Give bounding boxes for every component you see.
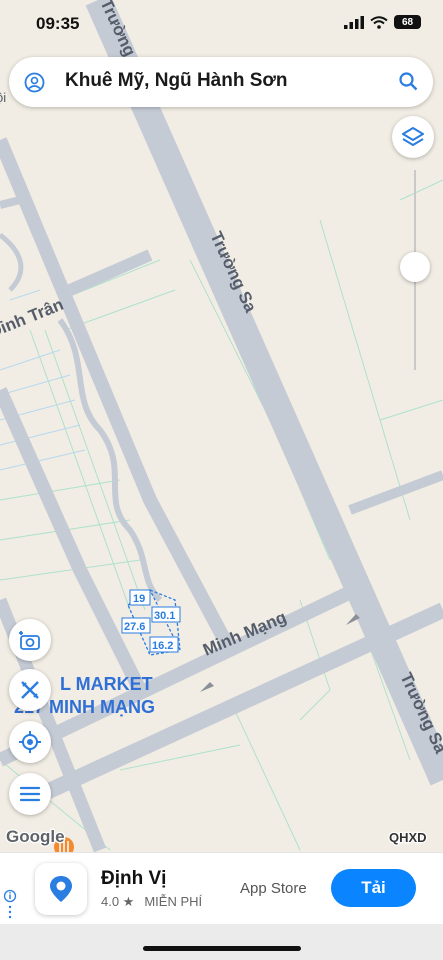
parcel-tag-27-6: 27.6 [121,617,151,634]
search-bar[interactable]: Khuê Mỹ, Ngũ Hành Sơn [9,57,433,107]
status-time: 09:35 [36,14,80,33]
ad-info-icon[interactable] [3,889,17,919]
svg-text:19: 19 [133,593,145,605]
app-price: MIỄN PHÍ [144,894,203,909]
layers-icon [402,127,424,146]
opacity-slider-knob[interactable] [400,252,430,282]
menu-icon [20,786,40,802]
layers-button[interactable] [392,116,434,158]
map-canvas[interactable]: Trường Sa Trường Sa Trường Sa Minh Mạng … [0,0,443,960]
svg-text:30.1: 30.1 [154,610,175,622]
cut-label: ội [0,90,6,105]
home-indicator[interactable] [143,946,301,951]
qhxd-badge: QHXD [389,830,427,845]
signal-icon [344,15,364,29]
ad-banner[interactable]: Định Vị 4.0 ★ MIỄN PHÍ App Store Tải [0,852,443,925]
store-label: App Store [240,880,307,897]
install-button[interactable]: Tải [331,869,416,907]
status-bar: 09:35 68 [0,0,443,50]
location-pin-icon [50,876,72,902]
camera-add-icon [19,631,40,650]
app-icon[interactable] [35,863,87,915]
google-attribution: Google [6,827,65,846]
profile-icon[interactable] [24,72,45,93]
measure-button[interactable] [9,669,51,711]
status-icons: 68 [344,15,421,29]
home-indicator-area [0,924,443,960]
app-name: Định Vị [101,868,167,889]
svg-text:27.6: 27.6 [124,621,145,633]
app-meta: 4.0 ★ MIỄN PHÍ [101,894,202,910]
app-rating: 4.0 ★ [101,894,135,909]
crosshair-icon [19,731,41,753]
place-label-market[interactable]: L MARKET [60,674,153,694]
search-icon[interactable] [399,72,418,91]
battery-icon: 68 [394,15,421,29]
svg-text:16.2: 16.2 [152,640,173,652]
search-query[interactable]: Khuê Mỹ, Ngũ Hành Sơn [65,70,288,92]
parcel-tag-19: 19 [129,589,151,606]
parcel-tag-16-2: 16.2 [149,636,179,653]
camera-add-button[interactable] [9,619,51,661]
ruler-cross-icon [21,681,39,699]
wifi-icon [370,15,388,29]
parcel-tag-30-1: 30.1 [151,606,181,623]
menu-button[interactable] [9,773,51,815]
my-location-button[interactable] [9,721,51,763]
